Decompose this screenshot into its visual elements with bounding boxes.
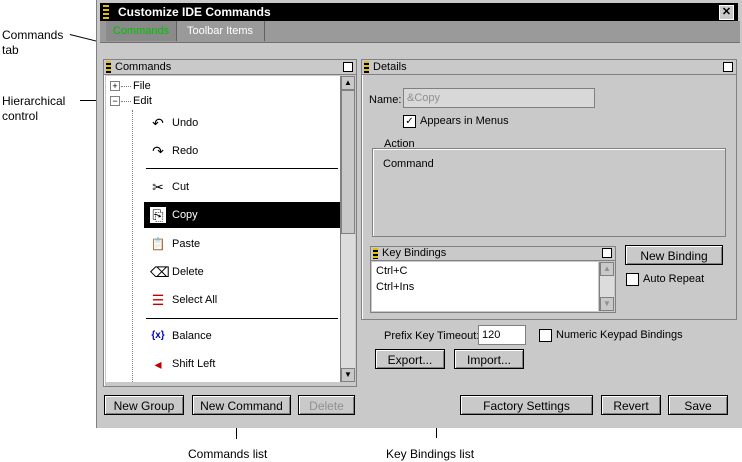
commands-panel: Commands + File − Edit ↶ Undo ↷ Redo ✂ C…: [103, 59, 357, 387]
menu-separator: [146, 168, 338, 169]
command-label: Redo: [172, 145, 199, 157]
panel-grip[interactable]: [364, 61, 369, 73]
scissors-icon: ✂: [152, 179, 164, 195]
command-item-balance[interactable]: {x} Balance: [144, 323, 340, 349]
key-binding-item[interactable]: Ctrl+Ins: [376, 280, 414, 294]
expand-file-icon[interactable]: +: [110, 81, 120, 91]
prefix-key-timeout-label: Prefix Key Timeout:: [384, 330, 480, 342]
command-item-redo[interactable]: ↷ Redo: [144, 138, 340, 164]
command-item-copy[interactable]: ⎘ Copy: [144, 202, 340, 228]
panel-zoom-icon[interactable]: [602, 248, 612, 258]
command-item-delete[interactable]: ⌫ Delete: [144, 259, 340, 285]
shift-left-icon: ◂: [154, 356, 162, 372]
auto-repeat-checkbox[interactable]: [626, 273, 639, 286]
commands-scrollbar[interactable]: ▲ ▼: [340, 76, 355, 382]
import-button[interactable]: Import...: [454, 349, 524, 369]
scroll-up-icon[interactable]: ▲: [341, 76, 355, 90]
command-label: Shift Left: [172, 358, 216, 370]
tab-toolbar-items[interactable]: Toolbar Items: [176, 21, 265, 41]
command-item-undo[interactable]: ↶ Undo: [144, 110, 340, 136]
new-binding-button[interactable]: New Binding: [625, 245, 723, 265]
action-value: Command: [383, 158, 434, 170]
command-label: Select All: [172, 294, 218, 306]
tree-connector: [121, 86, 131, 87]
callout-commands-list: Commands list: [188, 447, 268, 461]
tree-item-file[interactable]: File: [133, 79, 151, 93]
tree-guide: [132, 110, 133, 382]
details-panel: Details Name: &Copy ✓ Appears in Menus A…: [361, 59, 737, 320]
delete-icon: ⌫: [150, 264, 170, 280]
menu-separator: [146, 318, 338, 319]
tree-item-edit[interactable]: Edit: [133, 94, 152, 108]
command-item-select-all[interactable]: ☰ Select All: [144, 287, 340, 313]
scroll-thumb[interactable]: [341, 90, 355, 234]
auto-repeat-label: Auto Repeat: [643, 273, 705, 285]
scroll-down-icon[interactable]: ▼: [341, 368, 355, 382]
new-group-button[interactable]: New Group: [104, 395, 184, 415]
panel-zoom-icon[interactable]: [723, 62, 733, 72]
command-item-paste[interactable]: 📋 Paste: [144, 231, 340, 257]
scroll-down-icon[interactable]: ▼: [600, 297, 614, 311]
command-item-cut[interactable]: ✂ Cut: [144, 174, 340, 200]
delete-button[interactable]: Delete: [298, 395, 355, 415]
numeric-keypad-checkbox[interactable]: [539, 329, 552, 342]
balance-icon: {x}: [151, 330, 165, 341]
commands-panel-title: Commands: [115, 61, 172, 73]
window-title: Customize IDE Commands: [118, 5, 271, 19]
key-bindings-list[interactable]: Ctrl+C Ctrl+Ins: [372, 262, 598, 311]
redo-icon: ↷: [152, 143, 164, 159]
key-binding-item[interactable]: Ctrl+C: [376, 264, 407, 278]
key-bindings-scrollbar[interactable]: ▲ ▼: [599, 262, 614, 311]
callout-key-bindings-list: Key Bindings list: [386, 447, 475, 461]
close-icon[interactable]: ✕: [719, 5, 734, 20]
copy-icon: ⎘: [150, 207, 166, 223]
numeric-keypad-label: Numeric Keypad Bindings: [556, 329, 683, 341]
commands-list[interactable]: + File − Edit ↶ Undo ↷ Redo ✂ Cut ⎘ Copy…: [106, 76, 340, 382]
factory-settings-button[interactable]: Factory Settings: [460, 395, 593, 415]
command-label: Undo: [172, 117, 199, 129]
details-panel-title: Details: [373, 61, 407, 73]
details-panel-header: Details: [362, 60, 736, 75]
command-label: Balance: [172, 330, 212, 342]
tab-strip: Commands Toolbar Items: [100, 21, 740, 43]
command-label: Cut: [172, 181, 190, 193]
key-bindings-title: Key Bindings: [382, 247, 447, 259]
title-grip[interactable]: [103, 5, 109, 19]
panel-grip[interactable]: [373, 248, 378, 259]
command-label: Copy: [172, 209, 198, 221]
callout-hierarchical-control: Hierarchical control: [2, 94, 66, 123]
new-command-button[interactable]: New Command: [192, 395, 291, 415]
panel-zoom-icon[interactable]: [343, 62, 353, 72]
name-field[interactable]: &Copy: [403, 88, 595, 108]
key-bindings-panel: Key Bindings Ctrl+C Ctrl+Ins ▲ ▼: [370, 246, 616, 313]
command-label: Delete: [172, 266, 204, 278]
title-bar[interactable]: Customize IDE Commands ✕: [100, 3, 738, 21]
command-label: Paste: [172, 238, 201, 250]
commands-panel-header: Commands: [104, 60, 356, 75]
prefix-key-timeout-field[interactable]: 120: [478, 325, 526, 345]
action-group: Command: [372, 148, 726, 237]
revert-button[interactable]: Revert: [601, 395, 661, 415]
export-button[interactable]: Export...: [375, 349, 445, 369]
tree-connector: [121, 101, 131, 102]
select-all-icon: ☰: [151, 292, 165, 308]
scroll-up-icon[interactable]: ▲: [600, 262, 614, 276]
appears-in-menus-checkbox[interactable]: ✓: [403, 115, 416, 128]
key-bindings-header: Key Bindings: [371, 247, 615, 261]
name-label: Name:: [369, 94, 402, 106]
callout-commands-tab: Commands tab: [2, 28, 64, 57]
clipboard-icon: 📋: [150, 237, 166, 251]
appears-in-menus-label: Appears in Menus: [420, 115, 509, 127]
save-button[interactable]: Save: [668, 395, 728, 415]
undo-icon: ↶: [152, 115, 164, 131]
tab-commands[interactable]: Commands: [106, 21, 177, 41]
panel-grip[interactable]: [106, 61, 111, 73]
command-item-shift-left[interactable]: ◂ Shift Left: [144, 351, 340, 377]
collapse-edit-icon[interactable]: −: [110, 96, 120, 106]
